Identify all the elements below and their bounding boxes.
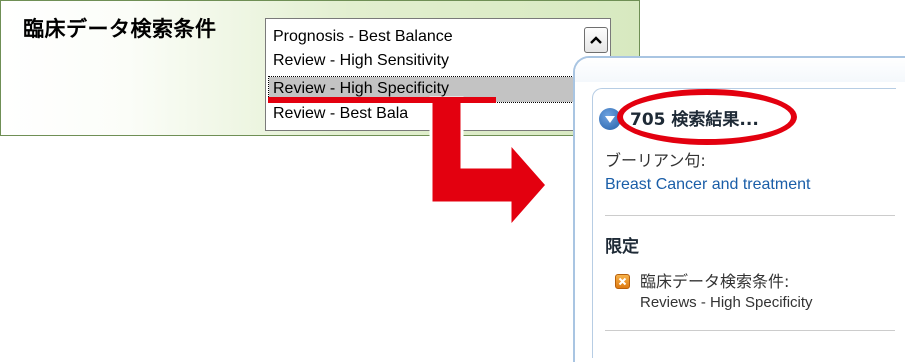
screenshot-stage: 臨床データ検索条件 Prognosis - Best Balance Revie… bbox=[0, 0, 908, 362]
query-label: ブーリアン句: bbox=[605, 151, 706, 170]
highlight-ellipse bbox=[617, 89, 797, 145]
criteria-option-selected[interactable]: Review - High Specificity bbox=[268, 76, 596, 103]
criteria-panel: 臨床データ検索条件 Prognosis - Best Balance Revie… bbox=[0, 0, 640, 136]
limits-heading: 限定 bbox=[605, 237, 639, 257]
divider bbox=[605, 215, 895, 216]
results-panel: 705 検索結果... ブーリアン句: Breast Cancer and tr… bbox=[573, 56, 905, 362]
criteria-option[interactable]: Review - Best Bala bbox=[269, 102, 595, 127]
limit-value: Reviews - High Specificity bbox=[640, 294, 813, 311]
scroll-up-button[interactable] bbox=[584, 27, 608, 53]
limit-name: 臨床データ検索条件: bbox=[640, 272, 790, 291]
remove-x-icon[interactable] bbox=[615, 274, 630, 289]
results-panel-header bbox=[575, 58, 905, 82]
query-link[interactable]: Breast Cancer and treatment bbox=[605, 176, 810, 194]
criteria-option[interactable]: Review - High Sensitivity bbox=[269, 49, 595, 74]
criteria-listbox[interactable]: Prognosis - Best Balance Review - High S… bbox=[265, 18, 611, 131]
criteria-label: 臨床データ検索条件 bbox=[23, 17, 217, 41]
criteria-option[interactable]: Prognosis - Best Balance bbox=[269, 25, 595, 50]
divider bbox=[605, 330, 895, 331]
chevron-up-icon bbox=[590, 36, 602, 44]
